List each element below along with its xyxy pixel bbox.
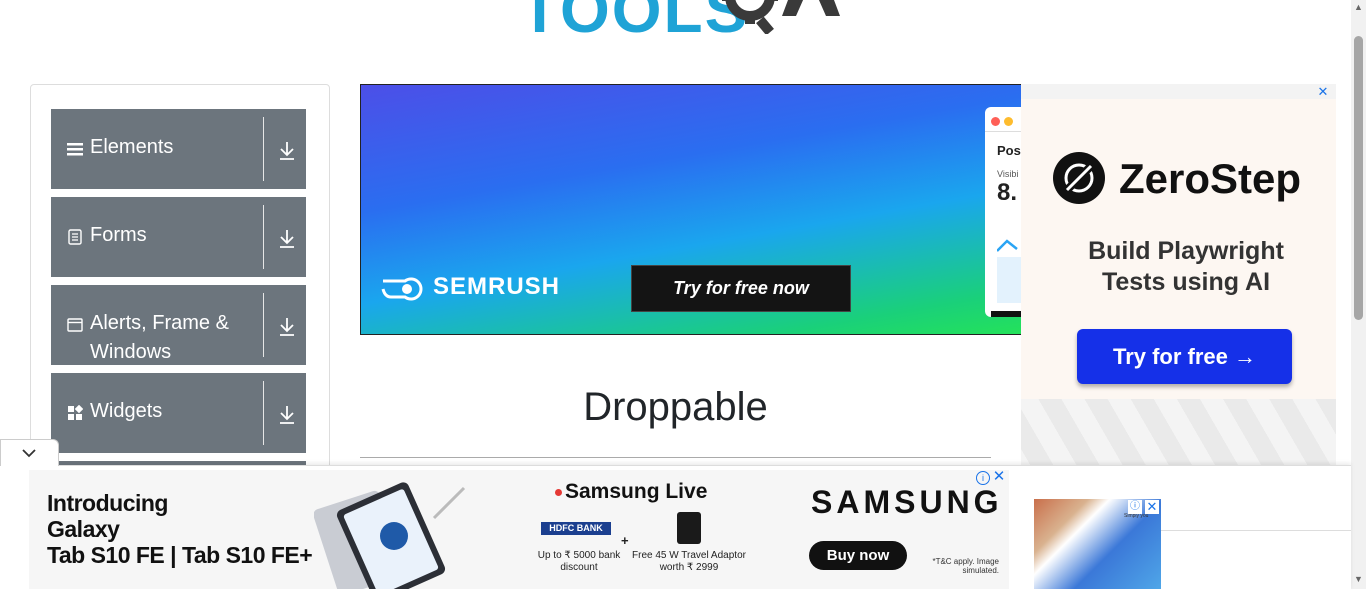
sidebar-group-forms[interactable]: Forms bbox=[51, 197, 306, 277]
scroll-up-arrow-icon[interactable]: ▲ bbox=[1353, 2, 1364, 12]
headline-line-1: Introducing bbox=[47, 490, 168, 516]
bank-offer: Up to ₹ 5000 bank discount bbox=[537, 550, 621, 573]
adaptor-offer: Free 45 W Travel Adaptor worth ₹ 2999 bbox=[632, 550, 746, 573]
sidebar: Elements Forms Alerts, Frame & Windows W… bbox=[30, 84, 330, 506]
document-icon bbox=[68, 229, 82, 245]
headline-line-3: Tab S10 FE | Tab S10 FE+ bbox=[47, 542, 313, 568]
title-divider bbox=[360, 457, 991, 458]
mock-title: Pos bbox=[997, 143, 1021, 158]
hdfc-bank-logo: HDFC BANK bbox=[541, 522, 611, 535]
zerostep-brand: ZeroStep bbox=[1119, 155, 1302, 202]
semrush-brand: SEMRUSH bbox=[433, 273, 561, 300]
page-title: Droppable bbox=[583, 385, 768, 429]
ad-close-icon[interactable]: ✕ bbox=[992, 469, 1006, 484]
close-dot bbox=[991, 117, 1000, 126]
zerostep-logo-icon bbox=[1053, 152, 1105, 204]
mock-value: 8. bbox=[997, 179, 1018, 206]
sidebar-group-label: Widgets bbox=[90, 400, 163, 422]
live-dot bbox=[555, 489, 562, 496]
try-for-free-button[interactable]: Try for free → bbox=[1077, 329, 1292, 384]
toolsqa-logo[interactable]: TOOLS bbox=[520, 0, 850, 50]
minimize-dot bbox=[1004, 117, 1013, 126]
widgets-icon bbox=[68, 405, 83, 420]
divider bbox=[263, 381, 264, 445]
zerostep-card: ZeroStep Build Playwright Tests using AI… bbox=[1021, 99, 1336, 399]
download-arrow-icon[interactable] bbox=[277, 227, 297, 249]
qa-letter-a bbox=[782, 0, 840, 16]
samsung-headline: Introducing Galaxy Tab S10 FE | Tab S10 … bbox=[47, 490, 313, 568]
ad-info-icon[interactable]: i bbox=[976, 471, 990, 485]
terms-note: *T&C apply. Image simulated. bbox=[932, 557, 999, 575]
blank-area bbox=[1161, 530, 1351, 590]
samsung-logo: SAMSUNG bbox=[811, 484, 1003, 520]
chevron-down-icon bbox=[22, 449, 36, 458]
collapse-ad-button[interactable] bbox=[0, 439, 59, 466]
scroll-down-arrow-icon[interactable]: ▼ bbox=[1353, 574, 1364, 584]
trend-line-icon bbox=[997, 239, 1018, 252]
samsung-ad[interactable]: Introducing Galaxy Tab S10 FE | Tab S10 … bbox=[29, 470, 1009, 589]
mock-subtitle: Visibi bbox=[997, 169, 1019, 179]
ad-close-icon[interactable]: ✕ bbox=[1316, 85, 1330, 99]
download-arrow-icon[interactable] bbox=[277, 403, 297, 425]
divider bbox=[263, 293, 264, 357]
small-ad-close-icon[interactable]: ✕ bbox=[1145, 500, 1159, 514]
small-ad-info-icon[interactable]: ⓘ bbox=[1128, 500, 1142, 514]
sidebar-group-label: Forms bbox=[90, 224, 147, 246]
sidebar-group-label: Elements bbox=[90, 136, 174, 158]
window-icon bbox=[67, 318, 83, 332]
window-dots bbox=[991, 113, 1017, 131]
try-for-free-now-button[interactable]: Try for free now bbox=[631, 265, 851, 312]
hamburger-icon bbox=[67, 143, 83, 156]
download-arrow-icon[interactable] bbox=[277, 139, 297, 161]
divider bbox=[263, 205, 264, 269]
sidebar-group-label: Alerts, Frame & Windows bbox=[90, 312, 229, 363]
sidebar-group-widgets[interactable]: Widgets bbox=[51, 373, 306, 453]
buy-now-button[interactable]: Buy now bbox=[809, 541, 907, 570]
divider bbox=[263, 117, 264, 181]
tablet-image bbox=[314, 482, 466, 589]
scrollbar-thumb[interactable] bbox=[1354, 36, 1363, 320]
plus-sign: + bbox=[621, 533, 629, 548]
zerostep-ad[interactable]: ZeroStep Build Playwright Tests using AI… bbox=[1021, 84, 1336, 529]
charger-image bbox=[677, 512, 701, 544]
semrush-banner-ad[interactable]: SEMRUSH Try for free now Pos Visibi 8. bbox=[360, 84, 1023, 335]
sidebar-group-alerts[interactable]: Alerts, Frame & Windows bbox=[51, 285, 306, 365]
samsung-live-label: Samsung Live bbox=[565, 480, 708, 503]
zerostep-tagline: Build Playwright Tests using AI bbox=[1088, 237, 1284, 296]
sidebar-group-elements[interactable]: Elements bbox=[51, 109, 306, 189]
download-arrow-icon[interactable] bbox=[277, 315, 297, 337]
gear-icon bbox=[722, 0, 778, 34]
dashboard-mockup: Pos Visibi 8. bbox=[985, 107, 1022, 317]
headline-line-2: Galaxy bbox=[47, 516, 120, 542]
semrush-logo-icon bbox=[381, 277, 423, 301]
